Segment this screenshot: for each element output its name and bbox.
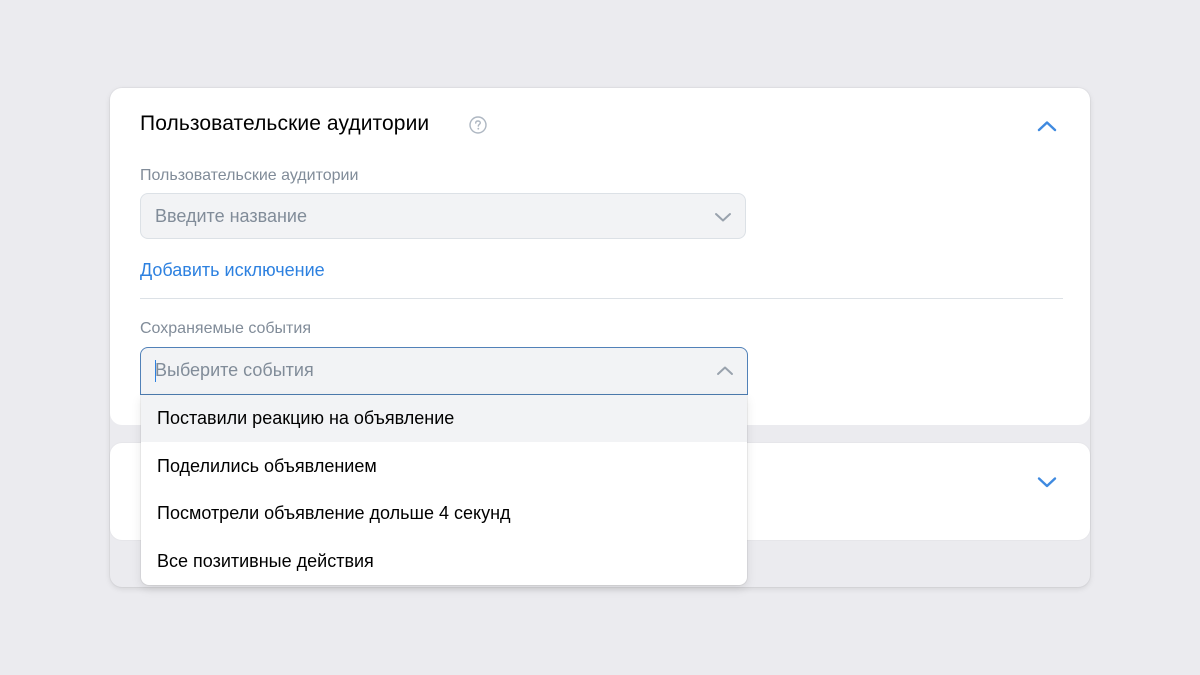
audiences-select[interactable]: Введите название: [140, 193, 746, 239]
add-exclusion-link[interactable]: Добавить исключение: [140, 260, 325, 281]
audiences-select-placeholder: Введите название: [155, 206, 307, 226]
dropdown-option-label: Поставили реакцию на объявление: [157, 408, 455, 428]
dropdown-option-label: Поделились объявлением: [157, 456, 377, 476]
events-dropdown-list: Поставили реакцию на объявление Поделили…: [141, 395, 747, 585]
events-select[interactable]: Выберите события: [140, 347, 748, 395]
chevron-down-icon: [1037, 477, 1057, 488]
chevron-down-icon: [715, 213, 731, 222]
dropdown-option-label: Посмотрели объявление дольше 4 секунд: [157, 503, 511, 523]
events-select-placeholder: Выберите события: [155, 360, 314, 380]
chevron-up-icon: [1037, 121, 1057, 132]
audiences-field-label: Пользовательские аудитории: [140, 167, 359, 184]
dropdown-option[interactable]: Посмотрели объявление дольше 4 секунд: [141, 490, 747, 537]
question-circle-icon[interactable]: [469, 116, 487, 134]
divider: [140, 298, 1063, 299]
dropdown-option-label: Все позитивные действия: [157, 551, 374, 571]
dropdown-option[interactable]: Поделились объявлением: [141, 443, 747, 490]
dropdown-option[interactable]: Все позитивные действия: [141, 538, 747, 585]
section-title: Пользовательские аудитории: [140, 112, 430, 135]
chevron-up-icon: [717, 366, 733, 375]
expand-section-button[interactable]: [1032, 470, 1062, 494]
events-field-label: Сохраняемые события: [140, 320, 311, 337]
collapse-section-button[interactable]: [1032, 114, 1062, 138]
dropdown-option[interactable]: Поставили реакцию на объявление: [141, 395, 747, 442]
